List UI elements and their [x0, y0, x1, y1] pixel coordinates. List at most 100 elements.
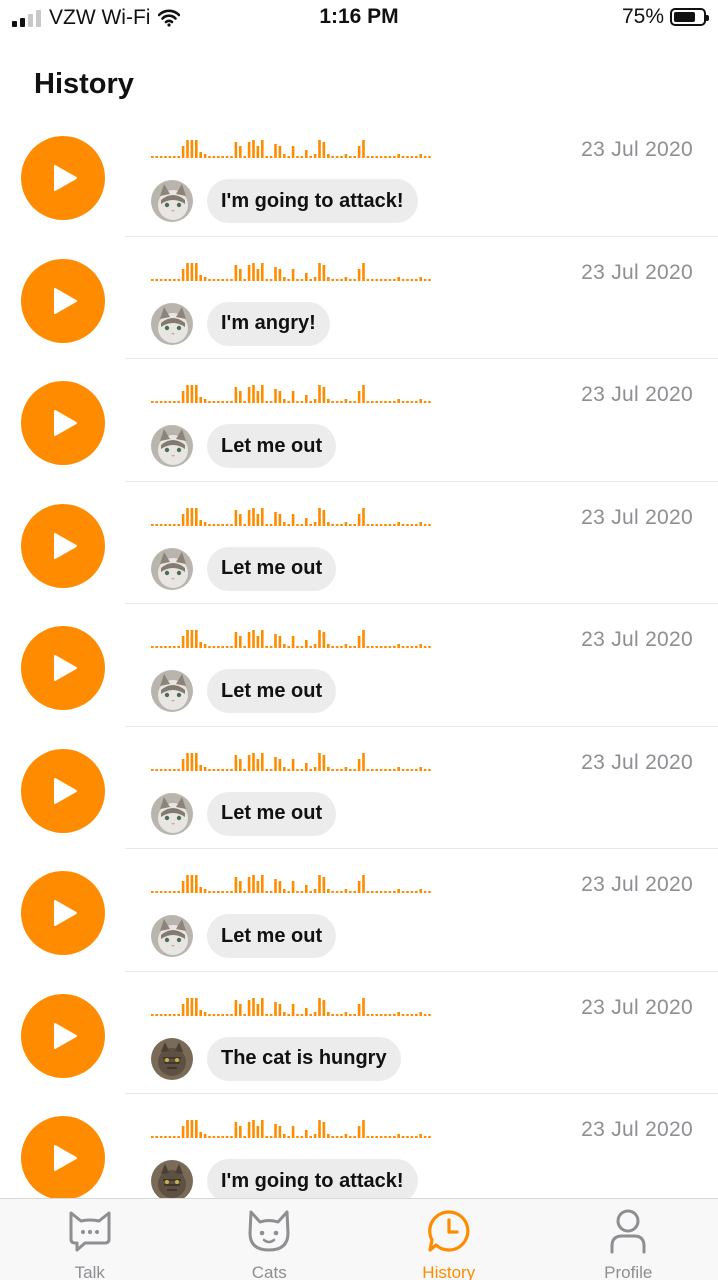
tab-label-history: History	[422, 1263, 476, 1280]
waveform-bar	[331, 278, 334, 281]
waveform-bar	[230, 646, 233, 648]
waveform-bar	[366, 523, 370, 526]
waveform-bar	[300, 523, 304, 526]
waveform-bar	[168, 768, 172, 771]
waveform-bar	[261, 507, 264, 526]
waveform-bar	[265, 891, 268, 893]
waveform-bar	[186, 262, 189, 281]
waveform-bar	[419, 889, 422, 893]
waveform-bar	[252, 875, 255, 893]
waveform-bar	[283, 521, 286, 526]
waveform-bar	[410, 891, 414, 893]
waveform-bar	[401, 156, 405, 158]
waveform-bar	[247, 387, 251, 403]
play-button[interactable]	[21, 1116, 105, 1200]
play-button[interactable]	[21, 993, 105, 1078]
clock-chat-icon	[427, 1210, 470, 1252]
waveform-bar	[217, 1013, 220, 1016]
waveform-bar	[243, 523, 246, 526]
waveform-bar	[256, 391, 260, 403]
waveform-bar	[366, 1013, 370, 1016]
tab-history[interactable]: History	[359, 1199, 539, 1280]
tab-label-profile: Profile	[604, 1263, 653, 1280]
waveform-bar	[159, 891, 163, 893]
waveform-bar	[397, 399, 400, 403]
waveform-bar	[230, 1136, 233, 1138]
waveform-bar	[155, 1013, 158, 1016]
waveform-bar	[335, 156, 339, 158]
waveform-bar	[313, 399, 317, 403]
waveform-bar	[419, 644, 422, 648]
waveform-bar	[287, 523, 290, 526]
waveform-bar	[375, 1013, 378, 1016]
waveform-bar	[313, 766, 317, 771]
play-button[interactable]	[21, 258, 105, 343]
waveform-bar	[349, 401, 352, 403]
waveform-bar	[186, 385, 189, 403]
waveform-bar	[212, 891, 216, 893]
play-button[interactable]	[21, 503, 105, 588]
waveform-bar	[190, 752, 194, 771]
waveform-bar	[384, 646, 387, 648]
waveform-bar	[234, 509, 238, 526]
waveform-bar	[309, 156, 312, 158]
waveform-bar	[327, 399, 330, 403]
waveform-bar	[239, 1003, 242, 1016]
history-list[interactable]: 23 Jul 2020 I'm going to attack! 23 Jul …	[0, 114, 718, 1217]
tab-talk[interactable]: Talk	[0, 1199, 180, 1280]
waveform-bar	[252, 507, 255, 526]
waveform-bar	[384, 278, 387, 281]
waveform-bar	[335, 768, 339, 771]
waveform-bar	[291, 1003, 295, 1016]
waveform-bar	[199, 152, 202, 158]
waveform-bar	[384, 768, 387, 771]
waveform-bar	[278, 1126, 282, 1138]
play-button[interactable]	[21, 871, 105, 955]
waveform-bar	[269, 401, 273, 403]
waveform-bar	[155, 278, 158, 281]
waveform-bar	[159, 646, 163, 648]
waveform-bar	[375, 1136, 378, 1138]
waveform-bar	[366, 891, 370, 893]
waveform-bar	[159, 768, 163, 771]
waveform-bar	[195, 752, 198, 771]
waveform-bar	[151, 1013, 154, 1016]
waveform-bar	[269, 768, 273, 771]
waveform-bar	[415, 278, 418, 281]
waveform-bar	[388, 1136, 392, 1138]
waveform-bar	[212, 156, 216, 158]
waveform-bar	[225, 1136, 229, 1138]
waveform-bar	[252, 140, 255, 158]
waveform-bar	[340, 1136, 343, 1138]
waveform-bar	[375, 891, 378, 893]
waveform-bar	[221, 156, 224, 158]
waveform-bar	[423, 156, 427, 158]
waveform-bar	[217, 1136, 220, 1138]
waveform-bar	[195, 262, 198, 281]
waveform-bar	[371, 768, 374, 771]
waveform-bar	[168, 646, 172, 648]
play-button[interactable]	[21, 136, 105, 220]
waveform-bar	[186, 752, 189, 771]
tab-cats[interactable]: Cats	[180, 1199, 360, 1280]
waveform-bar	[164, 1013, 167, 1016]
waveform-bar	[212, 278, 216, 281]
waveform-bar	[274, 266, 277, 281]
waveform-bar	[283, 644, 286, 648]
waveform-bar	[195, 1120, 198, 1138]
waveform-bar	[318, 997, 321, 1016]
waveform-bar	[340, 523, 343, 526]
waveform-bar	[239, 636, 242, 648]
waveform-bar	[190, 507, 194, 526]
play-button[interactable]	[21, 381, 105, 465]
waveform-bar	[305, 640, 308, 648]
translation-bubble: Let me out	[207, 791, 337, 836]
waveform-bar	[393, 523, 396, 526]
play-icon	[54, 287, 77, 314]
waveform-bar	[252, 752, 255, 771]
play-button[interactable]	[21, 748, 105, 833]
play-button[interactable]	[21, 626, 105, 710]
waveform-bar	[269, 646, 273, 648]
tab-profile[interactable]: Profile	[539, 1199, 718, 1280]
translation-bubble: Let me out	[207, 914, 337, 958]
